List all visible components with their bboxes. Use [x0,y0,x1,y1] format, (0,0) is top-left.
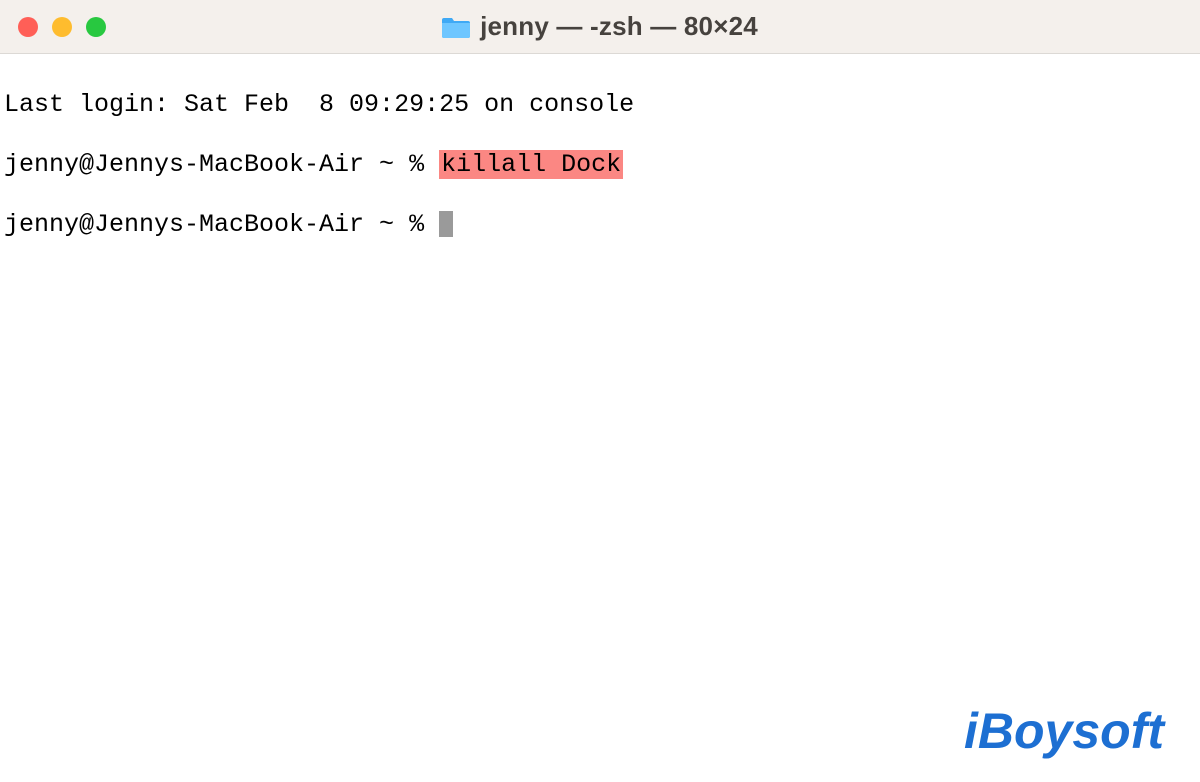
traffic-lights [18,17,106,37]
maximize-button[interactable] [86,17,106,37]
shell-prompt: jenny@Jennys-MacBook-Air ~ % [4,150,439,179]
watermark-logo: iBoysoft [964,702,1164,760]
window-titlebar: jenny — -zsh — 80×24 [0,0,1200,54]
terminal-output[interactable]: Last login: Sat Feb 8 09:29:25 on consol… [0,54,1200,276]
entered-command: killall Dock [439,150,623,179]
text-cursor [439,211,453,237]
watermark-text: iBoysoft [964,703,1164,759]
window-title-text: jenny — -zsh — 80×24 [480,11,758,42]
window-title: jenny — -zsh — 80×24 [0,11,1200,42]
minimize-button[interactable] [52,17,72,37]
close-button[interactable] [18,17,38,37]
last-login-line: Last login: Sat Feb 8 09:29:25 on consol… [4,90,634,119]
folder-icon [442,16,470,38]
shell-prompt: jenny@Jennys-MacBook-Air ~ % [4,210,439,239]
